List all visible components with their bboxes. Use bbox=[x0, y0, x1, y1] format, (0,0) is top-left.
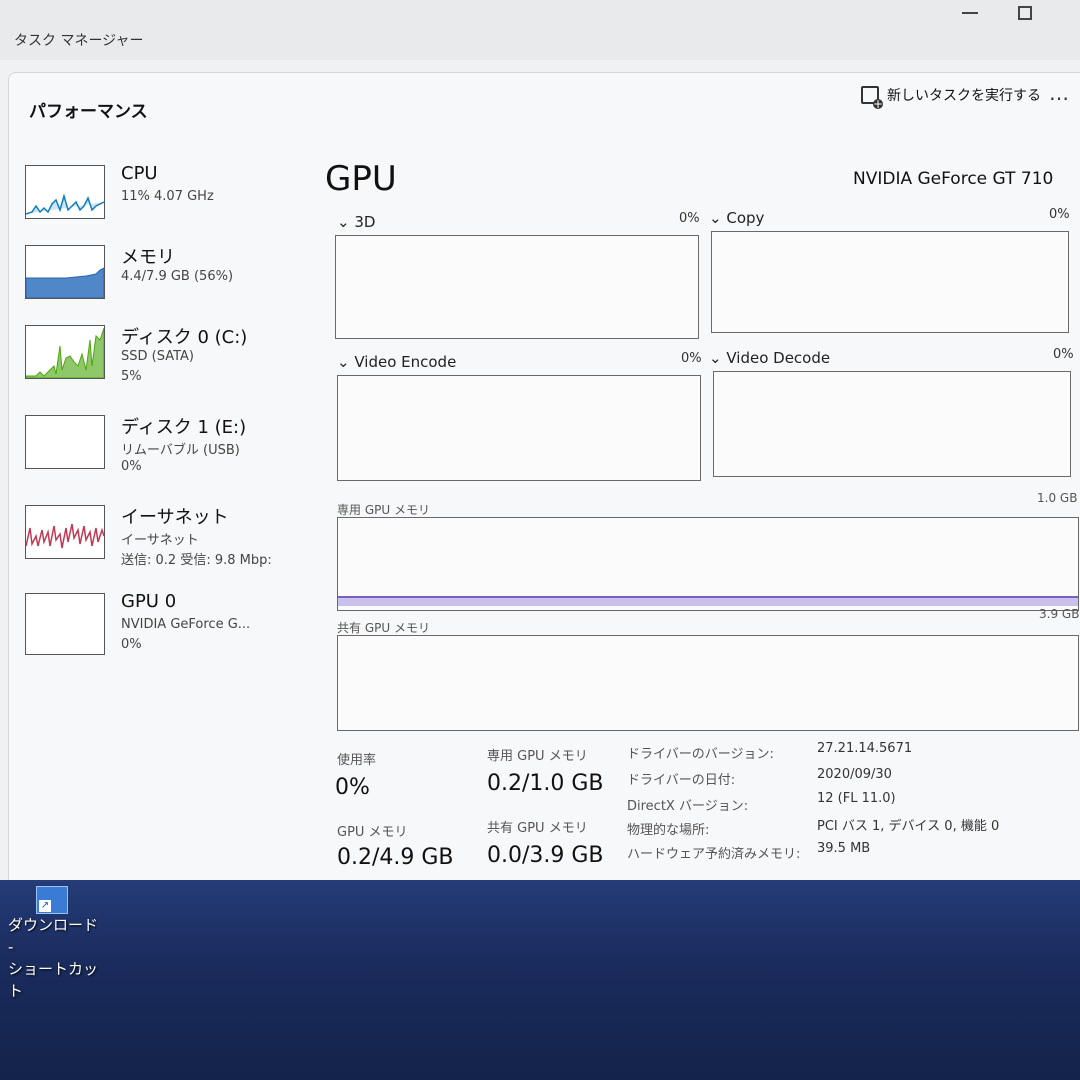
directx-version-label: DirectX バージョン: bbox=[627, 799, 749, 814]
more-options-button[interactable]: … bbox=[1049, 81, 1069, 105]
disk1-type: リムーバブル (USB) bbox=[121, 443, 240, 458]
cpu-thumbnail-graph bbox=[25, 165, 105, 219]
disk0-type: SSD (SATA) bbox=[121, 349, 194, 364]
desktop-background bbox=[0, 880, 1080, 1080]
engine-3d-label: 3D bbox=[354, 213, 376, 231]
ethernet-label: イーサネット bbox=[121, 507, 229, 528]
cpu-label: CPU bbox=[121, 163, 158, 184]
cpu-usage: 11% 4.07 GHz bbox=[121, 189, 214, 204]
directx-version-value: 12 (FL 11.0) bbox=[817, 791, 896, 806]
gpu-model-name: NVIDIA GeForce GT 710 bbox=[853, 169, 1054, 189]
engine-video-encode-selector[interactable]: ⌄ Video Encode bbox=[337, 353, 456, 371]
maximize-button[interactable] bbox=[1018, 6, 1032, 20]
shared-memory-capacity: 3.9 GB bbox=[1039, 607, 1080, 621]
shortcut-label-line2: ショートカット bbox=[8, 960, 99, 1000]
disk1-label: ディスク 1 (E:) bbox=[121, 417, 247, 438]
driver-version-value: 27.21.14.5671 bbox=[817, 741, 913, 756]
dedicated-memory-graph bbox=[337, 517, 1079, 611]
disk0-label: ディスク 0 (C:) bbox=[121, 327, 248, 348]
dedicated-memory-capacity: 1.0 GB bbox=[1037, 491, 1078, 505]
dedicated-memory-fill bbox=[338, 596, 1078, 606]
utilization-value: 0% bbox=[335, 775, 370, 800]
window-title: タスク マネージャー bbox=[14, 33, 144, 49]
engine-copy-graph bbox=[711, 231, 1069, 333]
engine-3d-percent: 0% bbox=[679, 211, 700, 226]
memory-label: メモリ bbox=[121, 247, 175, 268]
desktop-shortcut-downloads[interactable]: ↗ ダウンロード - ショートカット bbox=[8, 886, 108, 1002]
hardware-reserved-memory-label: ハードウェア予約済みメモリ: bbox=[627, 847, 801, 862]
engine-copy-percent: 0% bbox=[1049, 207, 1070, 222]
engine-video-decode-graph bbox=[713, 371, 1071, 477]
shared-memory-label: 共有 GPU メモリ bbox=[337, 621, 430, 635]
memory-thumbnail-graph bbox=[25, 245, 105, 299]
shortcut-icon: ↗ bbox=[36, 886, 68, 914]
engine-copy-label: Copy bbox=[726, 209, 765, 227]
gpu0-label: GPU 0 bbox=[121, 591, 177, 612]
engine-video-decode-label: Video Decode bbox=[726, 349, 831, 367]
shared-stat-value: 0.0/3.9 GB bbox=[487, 843, 604, 868]
engine-video-decode-selector[interactable]: ⌄ Video Decode bbox=[709, 349, 830, 367]
engine-3d-selector[interactable]: ⌄ 3D bbox=[337, 213, 375, 231]
shortcut-label-line1: ダウンロード - bbox=[8, 916, 99, 956]
sidebar-item-cpu[interactable]: CPU 11% 4.07 GHz bbox=[25, 163, 315, 235]
gpu-heading: GPU bbox=[325, 159, 397, 199]
title-bar[interactable]: タスク マネージャー bbox=[0, 0, 1080, 60]
driver-date-value: 2020/09/30 bbox=[817, 767, 892, 782]
disk1-usage: 0% bbox=[121, 459, 142, 474]
engine-video-encode-graph bbox=[337, 375, 701, 481]
task-manager-window: タスク マネージャー パフォーマンス 新しいタスクを実行する … CPU 11%… bbox=[0, 0, 1080, 886]
shared-memory-graph bbox=[337, 635, 1079, 731]
physical-location-label: 物理的な場所: bbox=[627, 823, 710, 838]
sidebar-item-memory[interactable]: メモリ 4.4/7.9 GB (56%) bbox=[25, 245, 315, 315]
gpu-memory-stat-value: 0.2/4.9 GB bbox=[337, 845, 454, 870]
dedicated-stat-value: 0.2/1.0 GB bbox=[487, 771, 604, 796]
gpu0-thumbnail-graph bbox=[25, 593, 105, 655]
sidebar-item-gpu0[interactable]: GPU 0 NVIDIA GeForce G... 0% bbox=[25, 591, 315, 663]
utilization-label: 使用率 bbox=[337, 753, 377, 768]
engine-3d-graph bbox=[335, 235, 699, 339]
engine-copy-selector[interactable]: ⌄ Copy bbox=[709, 209, 764, 227]
minimize-button[interactable] bbox=[962, 6, 978, 14]
disk0-usage: 5% bbox=[121, 369, 142, 384]
driver-date-label: ドライバーの日付: bbox=[627, 773, 736, 788]
disk0-thumbnail-graph bbox=[25, 325, 105, 379]
memory-usage: 4.4/7.9 GB (56%) bbox=[121, 269, 234, 284]
performance-pane: パフォーマンス 新しいタスクを実行する … CPU 11% 4.07 GHz メ… bbox=[8, 72, 1080, 886]
physical-location-value: PCI バス 1, デバイス 0, 機能 0 bbox=[817, 819, 1000, 834]
ethernet-throughput: 送信: 0.2 受信: 9.8 Mbp: bbox=[121, 553, 272, 568]
engine-video-encode-label: Video Encode bbox=[354, 353, 457, 371]
dedicated-memory-label: 専用 GPU メモリ bbox=[337, 503, 430, 517]
new-task-icon bbox=[861, 86, 883, 109]
gpu0-usage: 0% bbox=[121, 637, 142, 652]
disk1-thumbnail-graph bbox=[25, 415, 105, 469]
sidebar-item-disk1[interactable]: ディスク 1 (E:) リムーバブル (USB) 0% bbox=[25, 415, 315, 485]
sidebar-item-disk0[interactable]: ディスク 0 (C:) SSD (SATA) 5% bbox=[25, 325, 315, 395]
sidebar-item-ethernet[interactable]: イーサネット イーサネット 送信: 0.2 受信: 9.8 Mbp: bbox=[25, 505, 315, 575]
gpu0-model: NVIDIA GeForce G... bbox=[121, 617, 251, 632]
shared-stat-label: 共有 GPU メモリ bbox=[487, 821, 588, 836]
ethernet-thumbnail-graph bbox=[25, 505, 105, 559]
dedicated-stat-label: 専用 GPU メモリ bbox=[487, 749, 588, 764]
driver-version-label: ドライバーのバージョン: bbox=[627, 747, 774, 762]
engine-video-encode-percent: 0% bbox=[681, 351, 702, 366]
run-new-task-button[interactable]: 新しいタスクを実行する bbox=[861, 85, 1041, 109]
ethernet-adapter: イーサネット bbox=[121, 533, 199, 548]
engine-video-decode-percent: 0% bbox=[1053, 347, 1074, 362]
hardware-reserved-memory-value: 39.5 MB bbox=[817, 841, 871, 856]
gpu-memory-stat-label: GPU メモリ bbox=[337, 825, 408, 840]
run-new-task-label: 新しいタスクを実行する bbox=[887, 88, 1041, 104]
shortcut-arrow-icon: ↗ bbox=[39, 900, 51, 912]
section-title: パフォーマンス bbox=[29, 102, 148, 122]
